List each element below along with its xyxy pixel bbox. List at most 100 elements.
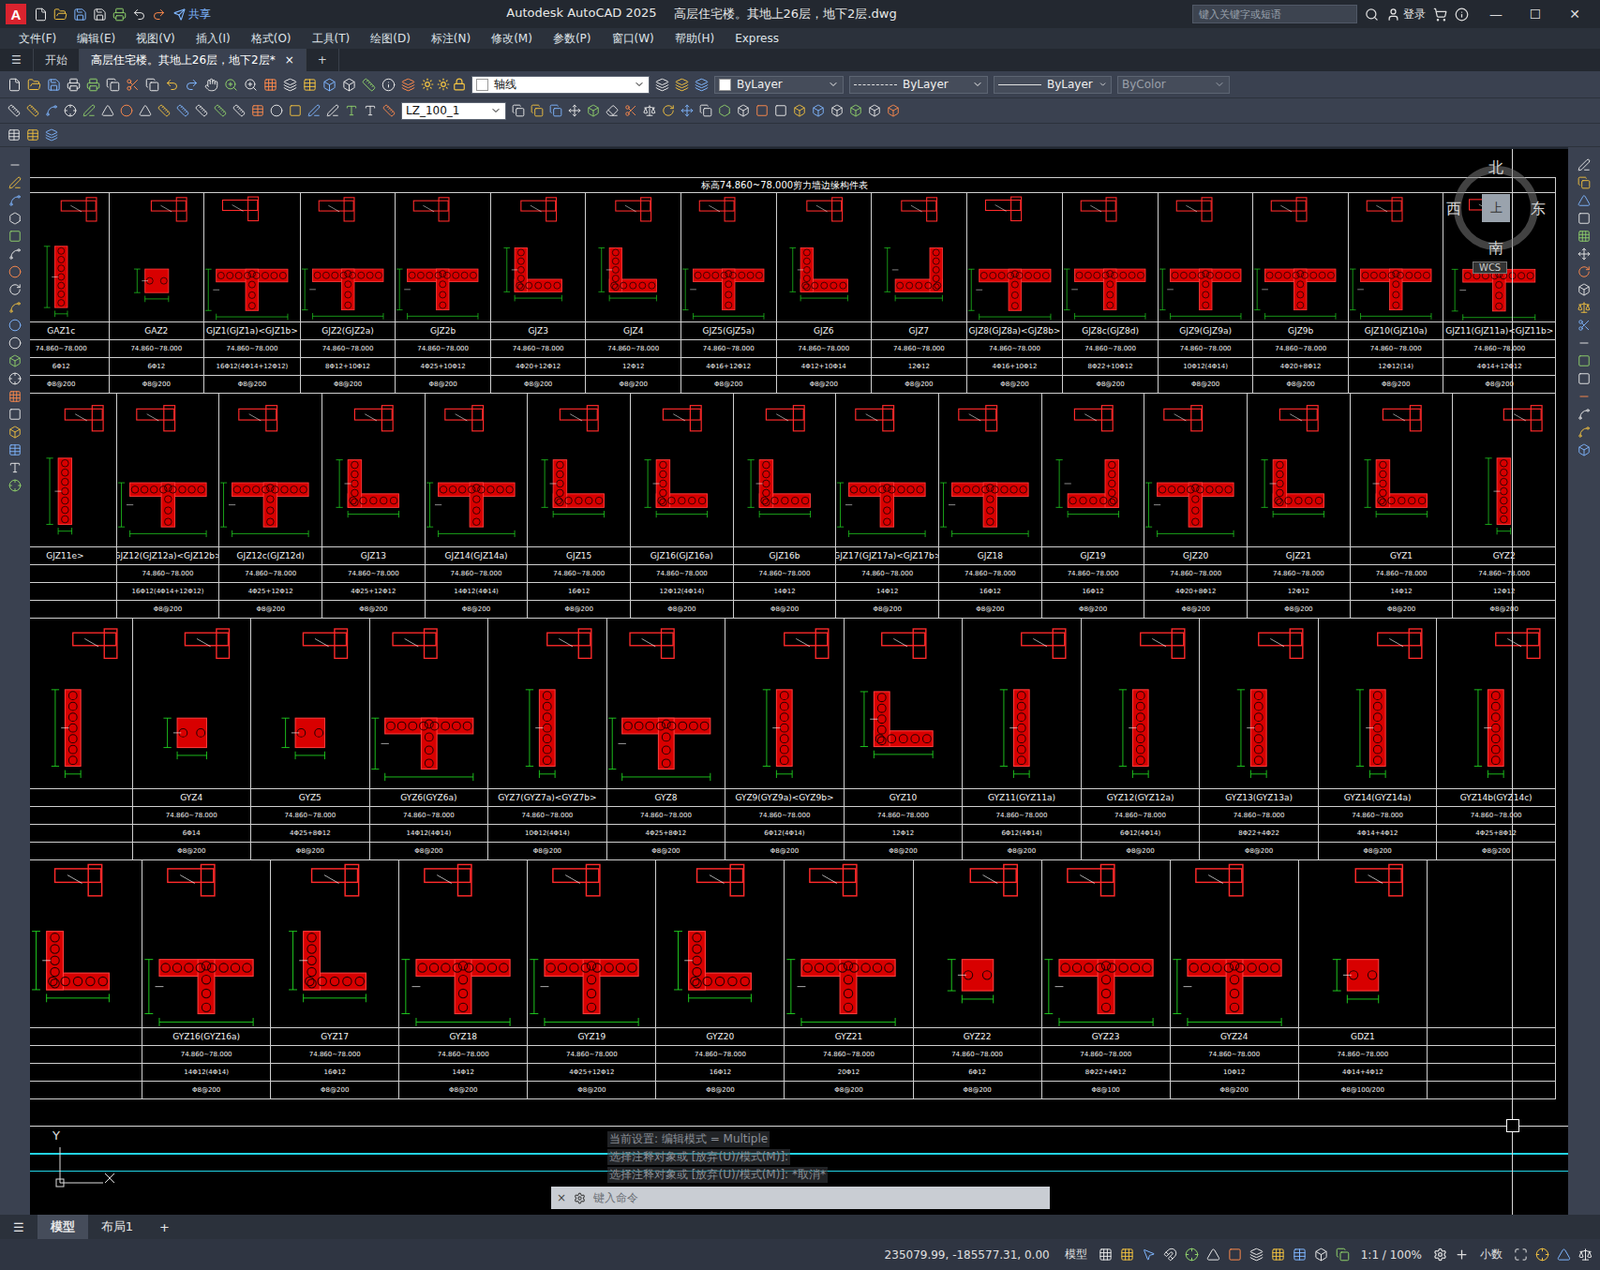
table-cell[interactable]: GYZ7(GYZ7a)<GYZ7b>74.860~78.00010Φ12(4Φ1… (488, 618, 608, 860)
table-cell[interactable]: GYZ2074.860~78.00016Φ12Φ8@200 (656, 860, 785, 1099)
status-toggle-icon[interactable] (1120, 1247, 1135, 1262)
status-toggle-icon[interactable] (1184, 1247, 1199, 1262)
drawing-canvas[interactable]: 标高74.860~78.000剪力墙边缘构件表GAZ1c74.860~78.00… (29, 149, 1569, 1215)
modify-tool-icon[interactable] (886, 104, 900, 118)
viewcube[interactable]: 北西东南上WCS (1446, 158, 1548, 279)
draw-tool-icon[interactable] (8, 158, 22, 172)
table-cell[interactable]: GDZ174.860~78.0004Φ14+4Φ12Φ8@100/200 (1299, 860, 1428, 1099)
dimension-tool-icon[interactable] (119, 104, 134, 118)
compass-south[interactable]: 南 (1488, 239, 1504, 259)
window-control[interactable]: — (1476, 6, 1516, 22)
table-cell[interactable]: GYZ16(GYZ16a)74.860~78.00014Φ12(4Φ14)Φ8@… (142, 860, 271, 1099)
modify-tool-icon[interactable] (1577, 354, 1591, 368)
status-toggle-icon[interactable] (1206, 1247, 1221, 1262)
modify-tool-icon[interactable] (1577, 265, 1591, 279)
tool-icon[interactable] (283, 77, 298, 92)
modify-tool-icon[interactable] (811, 104, 825, 118)
status-tool-icon[interactable] (1556, 1247, 1571, 1262)
draw-tool-icon[interactable] (8, 194, 22, 208)
modify-tool-icon[interactable] (1577, 425, 1591, 439)
menu-item[interactable]: 窗口(W) (612, 30, 655, 47)
table-cell[interactable]: GJZ2b74.860~78.0004Φ25+10Φ12Φ8@200 (395, 193, 492, 393)
menu-item[interactable]: 编辑(E) (76, 30, 116, 47)
lineweight-dropdown[interactable]: ByLayer (993, 75, 1112, 94)
tool-icon[interactable] (361, 77, 376, 92)
modify-tool-icon[interactable] (1577, 247, 1591, 261)
tool-icon[interactable] (46, 77, 61, 92)
dimension-tool-icon[interactable] (44, 104, 59, 118)
tool-icon[interactable] (86, 77, 101, 92)
table-cell[interactable]: GJZ12c(GJZ12d)74.860~78.0004Φ25+12Φ12Φ8@… (219, 393, 323, 618)
table-cell[interactable]: GYZ2174.860~78.00020Φ12Φ8@200 (784, 860, 913, 1099)
quick-access-icon[interactable] (33, 7, 48, 22)
modify-tool-icon[interactable] (530, 104, 544, 118)
status-toggle-icon[interactable] (1227, 1247, 1242, 1262)
layout-tab[interactable]: 布局1 (88, 1214, 147, 1240)
modify-tool-icon[interactable] (736, 104, 750, 118)
table-cell[interactable]: GYZ13(GYZ13a)74.860~78.0008Φ22+4Φ22Φ8@20… (1199, 618, 1319, 860)
draw-tool-icon[interactable] (8, 336, 22, 350)
help-icon[interactable] (1454, 7, 1469, 22)
layer-tool-icon[interactable] (674, 77, 689, 92)
dimension-tool-icon[interactable] (157, 104, 171, 118)
quick-access-icon[interactable] (112, 7, 127, 22)
draw-tool-icon[interactable] (8, 300, 22, 315)
table-cell[interactable]: GJZ1874.860~78.00016Φ12Φ8@200 (939, 393, 1043, 618)
draw-tool-icon[interactable] (8, 372, 22, 386)
menu-item[interactable]: 标注(N) (431, 30, 471, 47)
status-toggle-icon[interactable] (1335, 1247, 1350, 1262)
new-layout-button[interactable]: + (146, 1214, 183, 1240)
linetype-dropdown[interactable]: ByLayer (849, 75, 988, 94)
status-toggle-icon[interactable] (1098, 1247, 1113, 1262)
table-cell[interactable]: GJZ8(GJZ8a)<GJZ8b>74.860~78.0004Φ16+10Φ1… (967, 193, 1064, 393)
status-tool-icon[interactable] (1535, 1247, 1550, 1262)
modify-tool-icon[interactable] (1577, 336, 1591, 350)
status-toggle-icon[interactable] (1271, 1247, 1286, 1262)
draw-tool-icon[interactable] (8, 247, 22, 261)
menu-item[interactable]: 工具(T) (312, 30, 351, 47)
dimstyle-dropdown[interactable]: LZ_100_1 (401, 102, 507, 120)
quick-access-icon[interactable] (151, 7, 166, 22)
draw-tool-icon[interactable] (8, 461, 22, 475)
dimension-tool-icon[interactable] (232, 104, 246, 118)
table-cell[interactable]: GJZ674.860~78.0004Φ12+10Φ14Φ8@200 (777, 193, 873, 393)
modify-tool-icon[interactable] (568, 104, 582, 118)
space-toggle[interactable]: 模型 (1061, 1246, 1092, 1263)
quick-access-icon[interactable] (92, 7, 107, 22)
table-cell[interactable]: GYZ274.860~78.00012Φ12Φ8@200 (1452, 393, 1556, 618)
window-control[interactable]: ☐ (1515, 6, 1556, 22)
dimension-tool-icon[interactable] (307, 104, 321, 118)
dimension-tool-icon[interactable] (251, 104, 265, 118)
modify-tool-icon[interactable] (1577, 229, 1591, 243)
draw-tool-icon[interactable] (8, 425, 22, 439)
draw-tool-icon[interactable] (8, 211, 22, 225)
quick-access-icon[interactable] (132, 7, 147, 22)
table-cell[interactable]: GYZ874.860~78.0004Φ25+8Φ12Φ8@200 (607, 618, 727, 860)
dimension-tool-icon[interactable] (194, 104, 209, 118)
table-cell[interactable]: GAZ274.860~78.0006Φ12Φ8@200 (109, 193, 206, 393)
cube-face[interactable]: 上 (1481, 194, 1511, 223)
table-cell[interactable]: GJZ14(GJZ14a)74.860~78.00014Φ12(4Φ14)Φ8@… (425, 393, 529, 618)
modify-tool-icon[interactable] (1577, 389, 1591, 404)
table-cell[interactable]: GYZ12(GYZ12a)74.860~78.0006Φ12(4Φ14)Φ8@2… (1081, 618, 1201, 860)
table-cell[interactable]: GJZ2174.860~78.00012Φ12Φ8@200 (1247, 393, 1351, 618)
tool-icon[interactable] (125, 77, 140, 92)
layer-tool-icon[interactable] (694, 77, 709, 92)
table-cell[interactable]: GJZ2074.860~78.0004Φ20+8Φ12Φ8@200 (1144, 393, 1248, 618)
modify-tool-icon[interactable] (867, 104, 882, 118)
table-cell[interactable]: GJZ774.860~78.00012Φ12Φ8@200 (871, 193, 968, 393)
dimension-tool-icon[interactable] (176, 104, 190, 118)
draw-tool-icon[interactable] (8, 265, 22, 279)
modify-tool-icon[interactable] (699, 104, 713, 118)
tool-icon[interactable] (263, 77, 278, 92)
tool-icon[interactable] (381, 77, 396, 92)
modify-tool-icon[interactable] (549, 104, 563, 118)
tool-icon[interactable] (342, 77, 357, 92)
app-logo[interactable]: A (5, 3, 27, 25)
modify-tool-icon[interactable] (1577, 300, 1591, 315)
tool-icon[interactable] (184, 77, 199, 92)
table-cell[interactable]: GJZ17(GJZ17a)<GJZ17b>74.860~78.00014Φ12Φ… (836, 393, 940, 618)
modify-tool-icon[interactable] (1577, 194, 1591, 208)
table-cell[interactable]: GYZ474.860~78.0006Φ14Φ8@200 (133, 618, 253, 860)
layer-dropdown[interactable]: 轴线 (471, 75, 650, 94)
